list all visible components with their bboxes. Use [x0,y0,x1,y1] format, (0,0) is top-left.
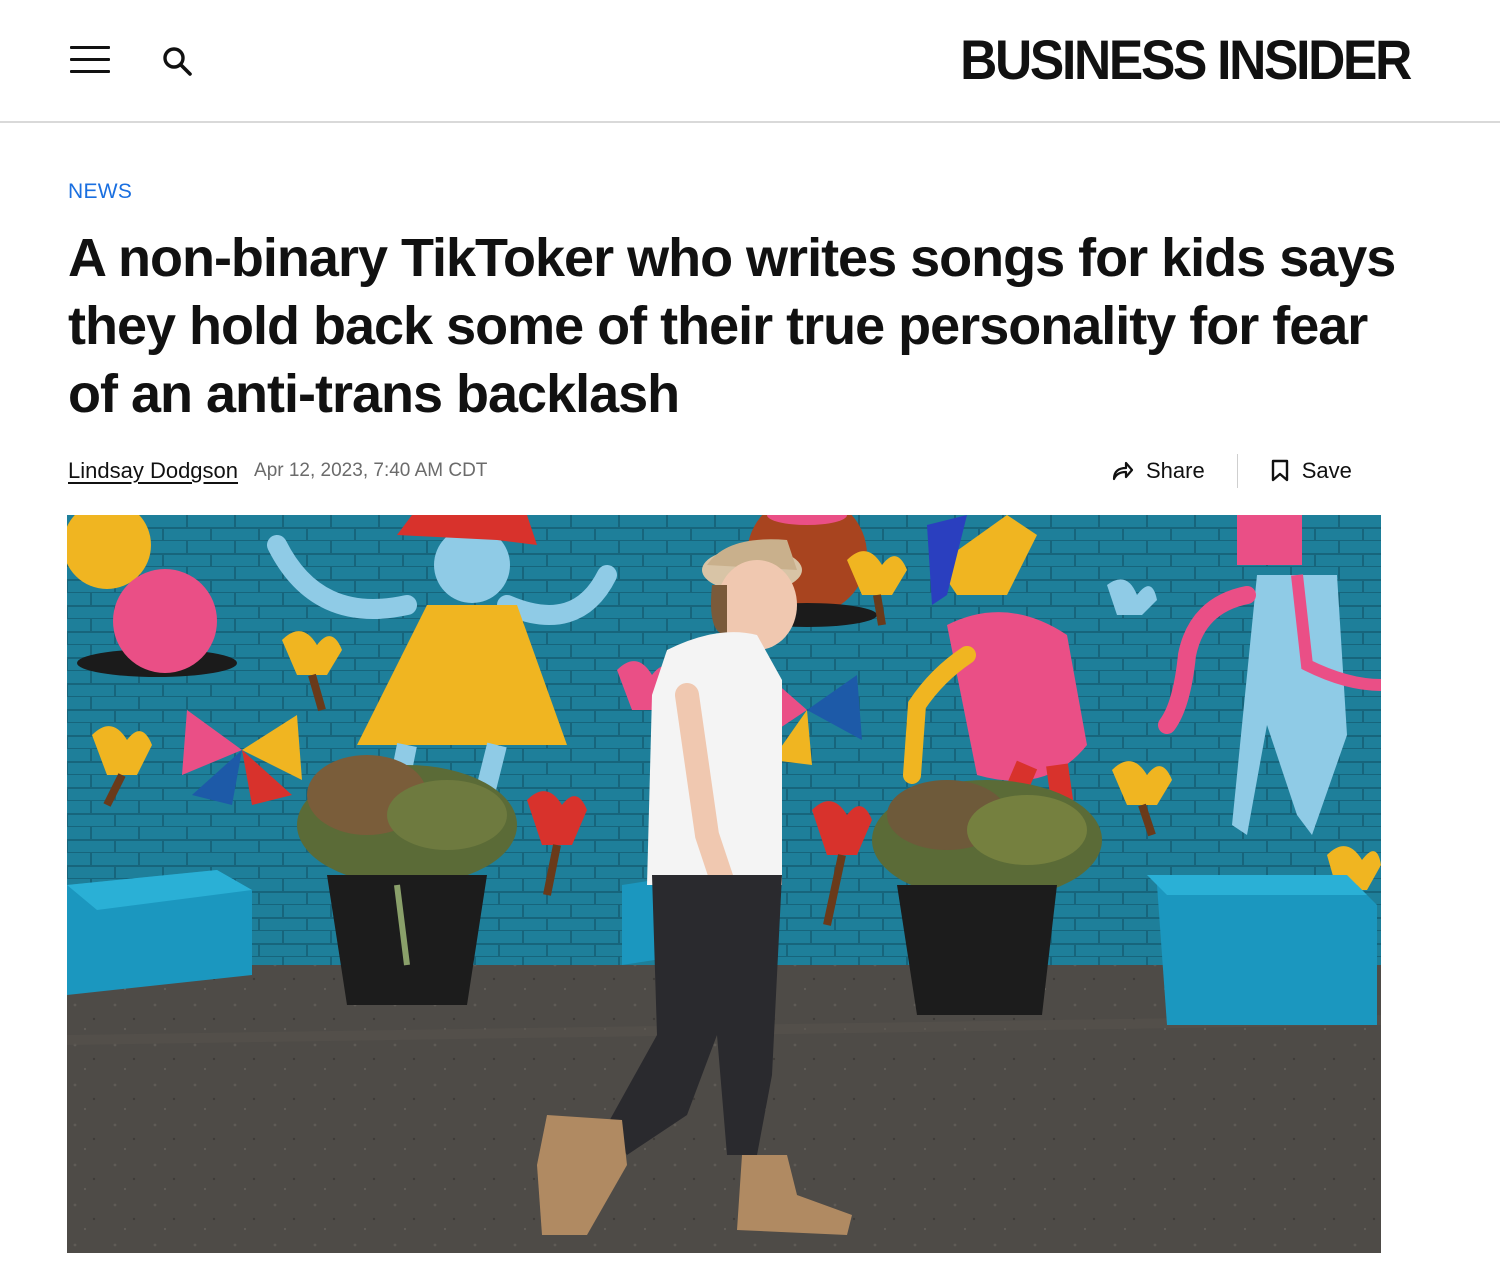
search-icon [163,47,192,76]
author-link[interactable]: Lindsay Dodgson [68,458,238,484]
hamburger-menu-icon [70,46,110,49]
category-link[interactable]: NEWS [68,180,132,204]
save-label: Save [1301,458,1352,483]
hero-image [67,515,1381,1253]
article-headline: A non-binary TikToker who writes songs f… [68,228,1396,424]
share-arrow-icon [1112,461,1134,481]
hamburger-menu-icon-bar [70,70,110,73]
actions-divider [1236,454,1238,488]
byline: Lindsay Dodgson Apr 12, 2023, 7:40 AM CD… [68,455,487,487]
search-button[interactable] [160,44,194,78]
site-logo[interactable]: BUSINESS INSIDER [960,28,1412,92]
publish-date: Apr 12, 2023, 7:40 AM CDT [254,460,488,481]
menu-button[interactable] [70,46,110,74]
share-button[interactable]: Share [1110,458,1205,484]
hamburger-menu-icon-bar [70,58,110,61]
site-header: BUSINESS INSIDER [0,0,1500,123]
save-button[interactable]: Save [1270,458,1352,484]
bookmark-icon [1271,459,1288,482]
article-actions: Share Save [1110,452,1352,490]
hero-photo-mural [67,515,1381,1253]
share-label: Share [1146,458,1205,483]
